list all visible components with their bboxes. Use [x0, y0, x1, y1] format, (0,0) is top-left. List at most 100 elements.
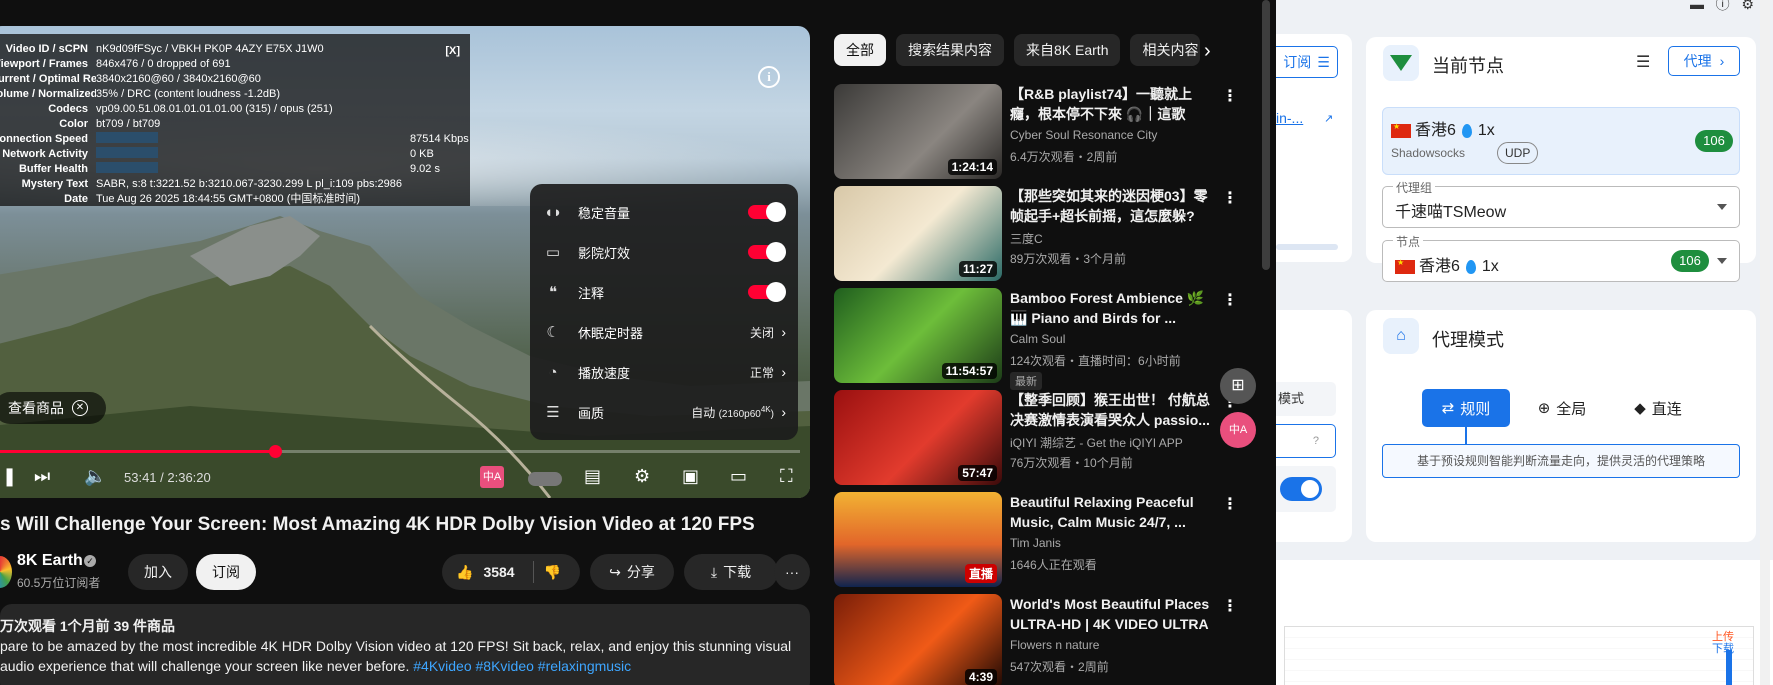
rec-item[interactable]: 11:54:57 Bamboo Forest Ambience 🌿 🎹 Piano… — [834, 288, 1244, 390]
stats-value: bt709 / bt709 — [96, 118, 161, 130]
join-button[interactable]: 加入 — [128, 554, 188, 590]
autoplay-toggle[interactable] — [528, 472, 562, 486]
rec-title[interactable]: World's Most Beautiful Places ULTRA-HD |… — [1010, 594, 1210, 634]
stats-value: SABR, s:8 t:3221.52 b:3210.067-3230.299 … — [96, 178, 402, 190]
stats-value-right: 87514 Kbps — [410, 133, 469, 145]
close-icon[interactable]: ✕ — [72, 400, 88, 416]
chip-0[interactable]: 全部 — [834, 34, 886, 66]
rec-title[interactable]: Bamboo Forest Ambience 🌿 🎹 Piano and Bir… — [1010, 288, 1210, 328]
mode-rule-button[interactable]: ⇄ 规则 — [1422, 389, 1510, 427]
more-vert-icon[interactable]: ⋮ — [1222, 86, 1238, 106]
subscriber-count: 60.5万位订阅者 — [17, 576, 101, 590]
mode-global-button[interactable]: ⊕ 全局 — [1518, 389, 1606, 427]
settings-toggle[interactable] — [748, 202, 786, 222]
rec-channel[interactable]: Calm Soul — [1010, 332, 1065, 346]
subtitles-icon[interactable]: ▤ — [584, 466, 601, 487]
description-tags[interactable]: #4Kvideo #8Kvideo #relaxingmusic — [413, 658, 631, 674]
rec-item[interactable]: 1:24:14 【R&B playlist74】一聽就上癮，根本停不下來 🎧｜這歌… — [834, 84, 1244, 186]
rec-item[interactable]: 4:39 World's Most Beautiful Places ULTRA-… — [834, 594, 1244, 685]
sleep-timer-icon: ☾ — [546, 324, 560, 341]
volume-icon[interactable]: 🔈 — [84, 466, 106, 487]
like-icon[interactable]: 👍 — [456, 564, 473, 581]
more-vert-icon[interactable]: ⋮ — [1222, 596, 1238, 616]
settings-value-detail: (2160p60 — [718, 408, 761, 420]
view-products-chip[interactable]: 查看商品 ✕ — [0, 392, 106, 424]
rec-channel[interactable]: 三度C — [1010, 230, 1043, 247]
node-select[interactable]: 节点 香港6 1x 106 — [1382, 233, 1740, 282]
left-link[interactable]: in-... — [1276, 110, 1303, 126]
subscription-button[interactable]: 订阅 ☰ — [1276, 46, 1338, 78]
proxy-group-select[interactable]: 代理组 千速喵TSMeow — [1382, 179, 1740, 228]
stats-key: Date — [64, 193, 88, 205]
share-button[interactable]: ↪ 分享 — [590, 554, 674, 590]
info-icon[interactable]: i — [758, 66, 780, 88]
settings-gear-icon[interactable]: ⚙ — [634, 466, 650, 487]
settings-item[interactable]: ☰ 画质 自动 (2160p604K) › — [530, 392, 798, 432]
channel-avatar[interactable] — [0, 556, 12, 588]
rec-thumbnail[interactable]: 直播 — [834, 492, 1002, 587]
rec-title[interactable]: 【R&B playlist74】一聽就上癮，根本停不下來 🎧｜這歌單... — [1010, 84, 1210, 124]
dislike-icon[interactable]: 👎 — [544, 564, 561, 581]
settings-item[interactable]: ☾ 休眠定时器 关闭 › — [530, 312, 798, 352]
left-input[interactable]: ? — [1276, 424, 1336, 458]
settings-item[interactable]: ▭ 影院灯效 — [530, 232, 798, 272]
rec-channel[interactable]: Flowers n nature — [1010, 638, 1099, 652]
like-count[interactable]: 3584 — [483, 564, 514, 580]
rec-duration: 4:39 — [964, 669, 997, 685]
proxy-button[interactable]: 代理 › — [1668, 46, 1740, 76]
settings-item[interactable]: ◖◗ 稳定音量 — [530, 192, 798, 232]
extension-float-icon[interactable]: ⊞ — [1220, 368, 1256, 404]
rec-channel[interactable]: Tim Janis — [1010, 536, 1061, 550]
settings-toggle[interactable] — [748, 242, 786, 262]
settings-item[interactable]: ◔ 播放速度 正常 › — [530, 352, 798, 392]
rec-thumbnail[interactable]: 1:24:14 — [834, 84, 1002, 179]
progress-bar[interactable] — [0, 445, 800, 458]
translate-float-icon[interactable]: 中A — [1220, 412, 1256, 448]
fullscreen-icon[interactable]: ⛶ — [780, 466, 793, 487]
left-toggle[interactable] — [1280, 477, 1322, 501]
chevron-right-icon: › — [781, 404, 786, 420]
rec-thumbnail[interactable]: 11:27 — [834, 186, 1002, 281]
rec-title[interactable]: Beautiful Relaxing Peaceful Music, Calm … — [1010, 492, 1210, 532]
settings-item[interactable]: ❝ 注释 — [530, 272, 798, 312]
next-icon[interactable]: ⏭ — [34, 466, 50, 487]
stats-close-button[interactable]: [X] — [445, 44, 460, 59]
more-vert-icon[interactable]: ⋮ — [1222, 494, 1238, 514]
rec-thumbnail[interactable]: 4:39 — [834, 594, 1002, 685]
settings-toggle[interactable] — [748, 282, 786, 302]
rec-item[interactable]: 11:27 【那些突如其来的迷因梗03】零帧起手+超长前摇，這怎麼躲? 三度C 89万… — [834, 186, 1244, 288]
rec-item[interactable]: 57:47 【整季回顾】猴王出世！ 付航总决赛激情表演看哭众人 passio...… — [834, 390, 1244, 492]
rec-thumbnail[interactable]: 11:54:57 — [834, 288, 1002, 383]
rec-item[interactable]: 直播 Beautiful Relaxing Peaceful Music, Cal… — [834, 492, 1244, 594]
chevron-right-icon[interactable]: › — [1204, 40, 1211, 63]
rec-channel[interactable]: iQIYI 潮综艺 - Get the iQIYI APP — [1010, 434, 1183, 451]
rec-title[interactable]: 【整季回顾】猴王出世！ 付航总决赛激情表演看哭众人 passio... — [1010, 390, 1210, 430]
description-box[interactable]: 万次观看 1个月前 39 件商品 pare to be amazed by th… — [0, 604, 810, 685]
download-button[interactable]: ⤓ 下载 — [684, 554, 778, 590]
scrollbar[interactable] — [1262, 0, 1270, 270]
more-vert-icon[interactable]: ⋮ — [1222, 188, 1238, 208]
translate-extension-icon[interactable]: 中A — [480, 466, 504, 488]
mode-direct-button[interactable]: ◆ 直连 — [1614, 389, 1702, 427]
chip-3[interactable]: 相关内容 — [1130, 34, 1201, 66]
channel-name[interactable]: 8K Earth — [17, 552, 83, 570]
current-node-info[interactable]: 香港6 1x Shadowsocks UDP 106 — [1382, 107, 1740, 175]
mode-connector — [1465, 427, 1467, 445]
pause-icon[interactable]: ❚ — [2, 466, 17, 487]
chip-2[interactable]: 来自8K Earth — [1014, 34, 1121, 66]
settings-value: 关闭 — [749, 325, 774, 340]
sort-icon[interactable]: ☰ — [1636, 52, 1650, 72]
clash-scrollbar[interactable] — [1760, 0, 1770, 685]
rec-channel[interactable]: Cyber Soul Resonance City — [1010, 128, 1157, 142]
rec-thumbnail[interactable]: 57:47 — [834, 390, 1002, 485]
more-actions-button[interactable]: ··· — [774, 554, 810, 590]
external-link-icon[interactable]: ↗ — [1324, 112, 1333, 125]
chip-1[interactable]: 搜索结果内容 — [896, 34, 1004, 66]
more-vert-icon[interactable]: ⋮ — [1222, 290, 1238, 310]
subscribe-button[interactable]: 订阅 — [196, 554, 256, 590]
theater-mode-icon[interactable]: ▭ — [730, 466, 747, 487]
rec-title[interactable]: 【那些突如其来的迷因梗03】零帧起手+超长前摇，這怎麼躲? — [1010, 186, 1210, 226]
proxy-button-label: 代理 — [1683, 53, 1712, 69]
miniplayer-icon[interactable]: ▣ — [682, 466, 699, 487]
clash-top-icons[interactable]: ▬ ⓘ ⚙ — [1690, 0, 1754, 14]
